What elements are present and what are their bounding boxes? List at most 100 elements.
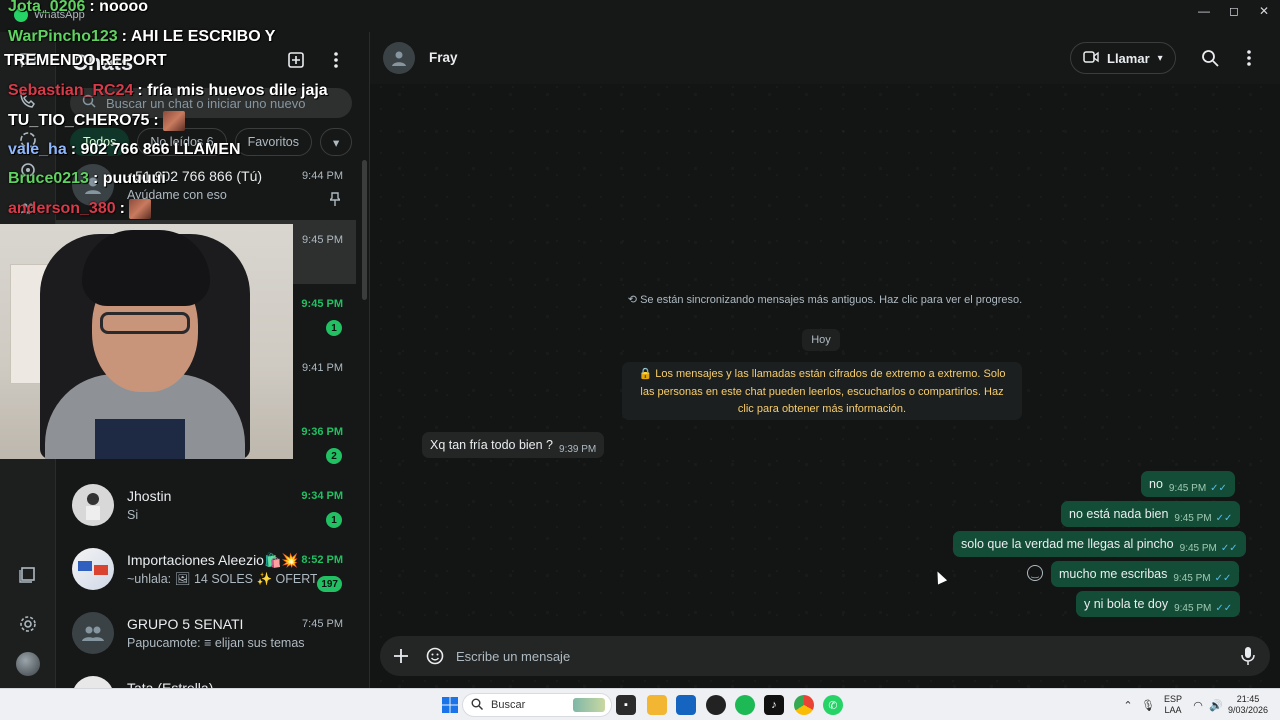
overlay-chat-line: WarPincho123: AHI LE ESCRIBO Y: [8, 28, 275, 46]
message-composer: [380, 636, 1270, 676]
chevron-down-icon: ▾: [1157, 52, 1163, 64]
chat-row-importaciones[interactable]: Importaciones Aleezio🛍️💥 ~uhlala: 🖼 14 S…: [56, 540, 356, 604]
chat-time: 9:36 PM: [301, 426, 343, 438]
overlay-separator: :: [89, 0, 95, 15]
unread-badge: 1: [326, 512, 342, 528]
new-chat-icon[interactable]: [284, 48, 308, 72]
taskbar-clock[interactable]: 21:45 9/03/2026: [1222, 694, 1274, 716]
menu-kebab-icon[interactable]: [324, 48, 348, 72]
message-time: 9:39 PM: [559, 443, 597, 455]
message-time: 9:45 PM: [1179, 542, 1217, 554]
sync-text: Se están sincronizando mensajes más anti…: [640, 294, 1023, 306]
overlay-username: Jota_0206: [8, 0, 86, 15]
call-button[interactable]: Llamar ▾: [1070, 42, 1176, 74]
chat-list-scrollbar[interactable]: [362, 160, 367, 300]
chat-row-grupo5[interactable]: GRUPO 5 SENATI Papucamote: ≡ elijan sus …: [56, 604, 356, 668]
overlay-emote: [163, 111, 186, 131]
task-view-icon[interactable]: ▪: [616, 695, 636, 715]
filter-more-dropdown[interactable]: ▾: [320, 128, 353, 156]
search-icon[interactable]: [1198, 46, 1222, 70]
read-ticks-icon: ✓✓: [1210, 482, 1227, 494]
settings-gear-icon[interactable]: [16, 612, 40, 636]
microphone-icon[interactable]: [1236, 644, 1260, 668]
spotify-icon[interactable]: [735, 695, 755, 715]
overlay-separator: :: [153, 112, 159, 130]
message-incoming[interactable]: Xq tan fría todo bien ? 9:39 PM: [422, 432, 605, 458]
video-camera-icon: [1083, 50, 1099, 66]
overlay-emote: [129, 199, 152, 219]
message-outgoing[interactable]: solo que la verdad me llegas al pincho 9…: [953, 531, 1246, 557]
overlay-username: vale_ha: [8, 141, 67, 158]
tiktok-icon[interactable]: ♪: [764, 695, 784, 715]
file-explorer-icon[interactable]: [647, 695, 667, 715]
search-highlight-image: [573, 698, 605, 712]
obs-icon[interactable]: [706, 695, 726, 715]
chat-time: 9:45 PM: [302, 234, 343, 246]
read-ticks-icon: ✓✓: [1215, 602, 1233, 614]
emoji-react-icon[interactable]: ‿: [1027, 565, 1043, 581]
chat-time: 9:44 PM: [302, 170, 343, 182]
taskbar: Buscar ▪ ♪ ✆ ⌃ 🎙 ESP LAA ◠ 🔊 21:45 9/03/…: [0, 688, 1280, 720]
message-text: no está nada bien: [1069, 507, 1169, 521]
chrome-icon[interactable]: [794, 695, 814, 715]
call-label: Llamar: [1107, 50, 1150, 66]
message-text: solo que la verdad me llegas al pincho: [961, 537, 1174, 551]
message-time: 9:45 PM: [1168, 482, 1207, 494]
contact-avatar[interactable]: [383, 42, 415, 74]
windows-start-icon[interactable]: [440, 695, 460, 715]
webcam-person-hair: [82, 230, 210, 306]
search-icon: [471, 698, 483, 713]
whatsapp-taskbar-icon[interactable]: ✆: [823, 695, 843, 715]
menu-kebab-icon[interactable]: [1237, 46, 1261, 70]
wifi-icon[interactable]: ◠: [1188, 695, 1208, 715]
message-outgoing[interactable]: no 9:45 PM ✓✓: [1141, 471, 1235, 497]
unread-badge: 197: [317, 576, 342, 592]
overlay-message: TREMENDO REPORT: [4, 52, 167, 69]
message-outgoing[interactable]: mucho me escribas 9:45 PM ✓✓: [1051, 561, 1240, 587]
attach-plus-icon[interactable]: [389, 644, 413, 668]
webcam-shirt-logo: [95, 419, 185, 459]
overlay-chat-line: Sebastian_RC24: fría mis huevos dile jaj…: [8, 82, 328, 100]
encryption-notice[interactable]: 🔒 Los mensajes y las llamadas están cifr…: [622, 362, 1022, 420]
chat-name: Importaciones Aleezio🛍️💥: [127, 552, 299, 568]
encryption-text: Los mensajes y las llamadas están cifrad…: [640, 368, 1006, 415]
taskbar-search[interactable]: Buscar: [462, 693, 612, 717]
overlay-separator: :: [70, 141, 77, 158]
chevron-up-icon[interactable]: ⌃: [1118, 695, 1138, 715]
group-avatar: [72, 612, 114, 654]
input-language[interactable]: ESP LAA: [1162, 694, 1184, 716]
overlay-chat-line: Jota_0206: noooo: [8, 0, 148, 16]
overlay-username: Bruce0213: [8, 170, 89, 187]
overlay-chat-line: vale_ha: 902 766 866 LLAMEN: [8, 141, 241, 159]
chat-preview: Si: [127, 508, 139, 522]
emoji-sticker-icon[interactable]: [423, 644, 447, 668]
unread-badge: 2: [326, 448, 342, 464]
overlay-message: 902 766 866 LLAMEN: [80, 141, 241, 158]
message-outgoing[interactable]: y ni bola te doy 9:45 PM ✓✓: [1076, 591, 1241, 617]
overlay-username: anderson_380: [8, 200, 116, 218]
media-gallery-icon[interactable]: [16, 562, 40, 586]
day-separator: Hoy: [802, 329, 840, 351]
pin-icon: [328, 192, 342, 209]
overlay-username: WarPincho123: [8, 28, 118, 45]
clock-date: 9/03/2026: [1227, 705, 1269, 715]
chat-row-jhostin[interactable]: Jhostin Si 9:34 PM 1: [56, 476, 356, 540]
profile-avatar[interactable]: [16, 652, 40, 676]
store-icon[interactable]: [676, 695, 696, 715]
filter-favorites[interactable]: Favoritos: [234, 128, 312, 156]
taskbar-search-label: Buscar: [491, 699, 526, 711]
overlay-message: puuuuui: [102, 170, 166, 187]
contact-name[interactable]: Fray: [429, 50, 458, 65]
webcam-person-glasses: [100, 312, 190, 334]
microphone-icon[interactable]: 🎙: [1138, 695, 1158, 715]
message-input[interactable]: [456, 646, 1216, 666]
language-code: ESP: [1163, 694, 1182, 704]
chat-row-tata[interactable]: Tata (Estrella): [56, 668, 356, 688]
chat-time: 9:34 PM: [301, 490, 343, 502]
message-outgoing[interactable]: no está nada bien 9:45 PM ✓✓: [1061, 501, 1241, 527]
overlay-message: noooo: [99, 0, 149, 15]
chat-time: 9:45 PM: [301, 298, 343, 310]
read-ticks-icon: ✓✓: [1214, 572, 1232, 584]
sync-notice[interactable]: ⟲ Se están sincronizando mensajes más an…: [370, 293, 1280, 306]
close-button[interactable]: ✕: [1246, 0, 1280, 22]
